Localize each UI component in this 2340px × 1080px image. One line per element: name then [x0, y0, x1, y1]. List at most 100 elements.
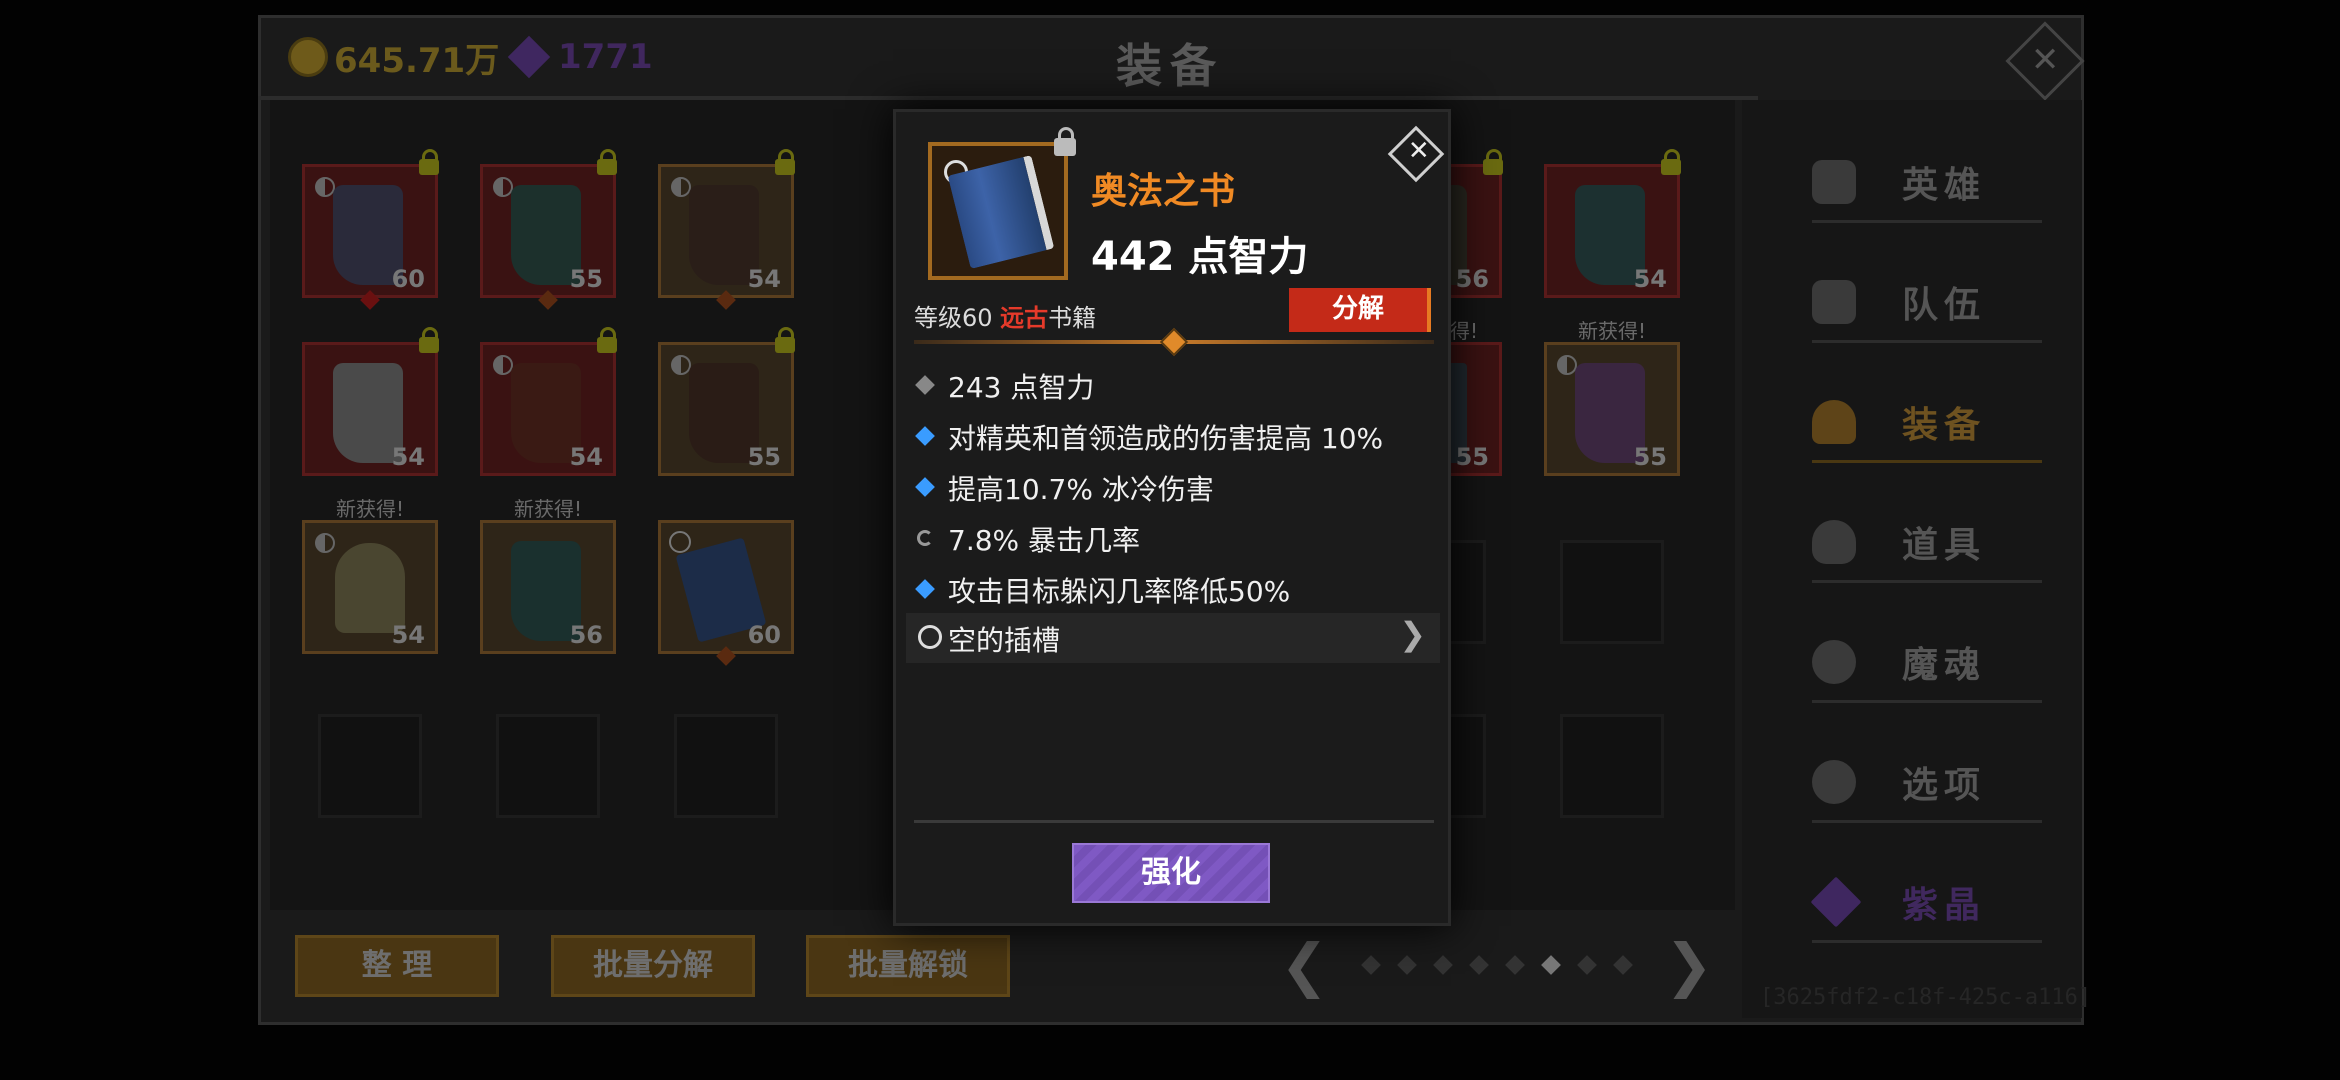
- item-level: 55: [569, 265, 603, 293]
- menu-item-label: 选项: [1902, 765, 1987, 806]
- menu-item-heroes[interactable]: 英雄: [1812, 140, 2042, 223]
- attribute-row: 7.8% 暴击几率: [914, 517, 1434, 561]
- grey-diamond-icon: [915, 375, 935, 395]
- menu-item-souls[interactable]: 魔魂: [1812, 620, 2042, 703]
- side-menu: 英雄 队伍 装备 道具 魔魂 选项 紫晶: [1742, 100, 2082, 1018]
- empty-slot[interactable]: [674, 714, 778, 818]
- item-level: 54: [391, 621, 425, 649]
- gold-coin-icon: [288, 37, 328, 77]
- dismantle-button[interactable]: 分解: [1289, 288, 1431, 332]
- page-dot[interactable]: [1468, 955, 1489, 975]
- popup-close-button[interactable]: ✕: [1387, 125, 1445, 183]
- lock-icon: [775, 327, 795, 353]
- attribute-text: 攻击目标躲闪几率降低50%: [948, 575, 1291, 608]
- item-level-label: 等级60: [914, 304, 1001, 332]
- batch-unlock-button[interactable]: 批量解锁: [806, 935, 1010, 997]
- page-dot[interactable]: [1360, 955, 1381, 975]
- lock-icon: [597, 327, 617, 353]
- lock-icon: [775, 149, 795, 175]
- footer-separator: [914, 820, 1434, 823]
- inventory-slot[interactable]: 54: [302, 327, 439, 476]
- page-dot-active[interactable]: [1540, 955, 1561, 975]
- empty-slot[interactable]: [318, 714, 422, 818]
- item-level: 55: [1633, 443, 1667, 471]
- empty-slot[interactable]: [496, 714, 600, 818]
- prev-page-button[interactable]: ❮: [1280, 931, 1329, 999]
- menu-item-crystals[interactable]: 紫晶: [1810, 860, 2042, 943]
- item-name: 奥法之书: [1091, 171, 1236, 212]
- item-level: 60: [747, 621, 781, 649]
- item-level: 55: [747, 443, 781, 471]
- close-icon: ✕: [1407, 136, 1430, 167]
- yin-yang-icon: [315, 533, 335, 553]
- reroll-icon: [917, 530, 933, 546]
- item-level: 56: [569, 621, 603, 649]
- attribute-row: 提高10.7% 冰冷伤害: [914, 466, 1434, 510]
- item-level: 54: [569, 443, 603, 471]
- lock-toggle-icon[interactable]: [1054, 127, 1076, 156]
- blue-diamond-icon: [915, 477, 935, 497]
- item-level: 60: [391, 265, 425, 293]
- yin-yang-icon: [671, 177, 691, 197]
- inventory-slot[interactable]: 54: [480, 327, 617, 476]
- menu-item-label: 紫晶: [1902, 885, 1987, 926]
- item-icon-frame: [928, 142, 1068, 280]
- crystal-amount: 1771: [558, 37, 653, 77]
- menu-item-options[interactable]: 选项: [1812, 740, 2042, 823]
- page-dot[interactable]: [1576, 955, 1597, 975]
- page-dot[interactable]: [1612, 955, 1633, 975]
- page-dot[interactable]: [1504, 955, 1525, 975]
- page-dot[interactable]: [1396, 955, 1417, 975]
- menu-item-equipment[interactable]: 装备: [1812, 380, 2042, 463]
- pagination: ❮ ❯: [1280, 931, 1713, 999]
- attribute-row: 对精英和首领造成的伤害提高 10%: [914, 415, 1434, 459]
- empty-socket-row[interactable]: 空的插槽 ❯: [906, 613, 1440, 663]
- inventory-slot[interactable]: 新获得! 54: [302, 497, 438, 654]
- item-level: 54: [747, 265, 781, 293]
- empty-slot[interactable]: [1560, 540, 1664, 644]
- lock-icon: [419, 149, 439, 175]
- item-level: 55: [1455, 443, 1489, 471]
- inventory-slot[interactable]: 55: [658, 327, 795, 476]
- inventory-slot[interactable]: 新获得! 55: [1544, 319, 1680, 476]
- next-page-button[interactable]: ❯: [1665, 931, 1714, 999]
- new-item-label: 新获得!: [335, 497, 405, 521]
- attribute-row: 攻击目标躲闪几率降低50%: [914, 568, 1434, 612]
- yin-yang-icon: [493, 177, 513, 197]
- crystal-counter: 1771: [507, 32, 653, 82]
- header-separator: [914, 327, 1434, 357]
- inventory-slot[interactable]: 60: [302, 149, 439, 310]
- menu-item-team[interactable]: 队伍: [1812, 260, 2042, 343]
- crystal-icon: [1810, 876, 1862, 928]
- inventory-slot[interactable]: 新获得! 56: [480, 497, 616, 654]
- inventory-slot[interactable]: 60: [658, 520, 794, 666]
- enhance-button[interactable]: 强化: [1072, 843, 1270, 903]
- page-dot[interactable]: [1432, 955, 1453, 975]
- inventory-slot[interactable]: 54: [1544, 149, 1681, 298]
- item-level: 56: [1455, 265, 1489, 293]
- menu-item-label: 装备: [1902, 405, 1987, 446]
- sort-button[interactable]: 整 理: [295, 935, 499, 997]
- socket-text: 空的插槽: [948, 624, 1061, 657]
- menu-item-items[interactable]: 道具: [1812, 500, 2042, 583]
- close-icon: ✕: [2030, 39, 2060, 80]
- heroes-icon: [1812, 160, 1856, 204]
- empty-slot[interactable]: [1560, 714, 1664, 818]
- menu-item-label: 魔魂: [1902, 645, 1987, 686]
- attribute-text: 提高10.7% 冰冷伤害: [948, 473, 1214, 506]
- attribute-row: 243 点智力: [914, 364, 1434, 408]
- lock-icon: [597, 149, 617, 175]
- helmet-icon: [1812, 400, 1856, 444]
- item-level: 54: [391, 443, 425, 471]
- menu-item-label: 英雄: [1902, 165, 1987, 206]
- batch-dismantle-button[interactable]: 批量分解: [551, 935, 755, 997]
- item-level: 54: [1633, 265, 1667, 293]
- menu-item-label: 道具: [1902, 525, 1987, 566]
- session-id: [3625fdf2-c18f-425c-a116]: [1760, 985, 2092, 1010]
- bag-icon: [1812, 520, 1856, 564]
- page-title: 装备: [1116, 39, 1224, 93]
- socket-ring-icon: [669, 531, 691, 553]
- inventory-slot[interactable]: 54: [658, 149, 795, 310]
- attribute-text: 7.8% 暴击几率: [948, 524, 1141, 557]
- inventory-slot[interactable]: 55: [480, 149, 617, 310]
